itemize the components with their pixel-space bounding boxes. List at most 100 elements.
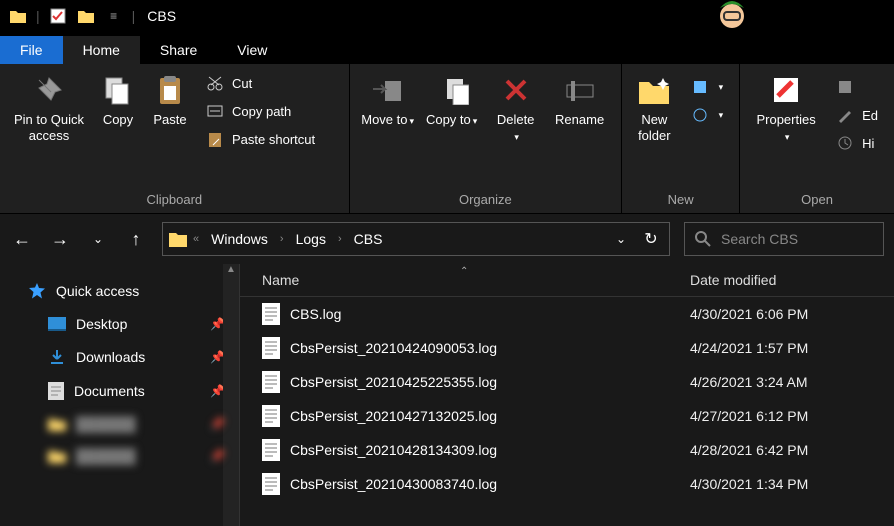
scrollbar[interactable]: ▲	[223, 264, 239, 526]
file-row[interactable]: CbsPersist_20210425225355.log4/26/2021 3…	[240, 365, 894, 399]
tab-view[interactable]: View	[217, 36, 287, 64]
tab-file[interactable]: File	[0, 36, 63, 64]
recent-dropdown[interactable]: ⌄	[86, 227, 110, 251]
tab-share[interactable]: Share	[140, 36, 217, 64]
pin-icon: 📌	[210, 449, 225, 463]
file-name: CBS.log	[290, 306, 341, 322]
group-label-open: Open	[746, 188, 888, 213]
chevron-down-icon: ▾	[514, 132, 519, 142]
document-icon	[262, 473, 280, 495]
nav-desktop[interactable]: Desktop 📌	[4, 308, 235, 340]
crumb-cbs[interactable]: CBS	[348, 229, 389, 249]
ribbon-tabs: File Home Share View	[0, 32, 894, 64]
move-to-button[interactable]: Move to▾	[356, 68, 420, 132]
search-placeholder: Search CBS	[721, 231, 798, 247]
chevron-down-icon: ▾	[785, 132, 790, 142]
sort-indicator-icon: ⌃	[460, 266, 468, 277]
up-button[interactable]: ↑	[124, 227, 148, 251]
rename-button[interactable]: Rename	[548, 68, 612, 132]
edit-small-button[interactable]: Ed	[830, 102, 884, 128]
scroll-up-icon[interactable]: ▲	[223, 264, 239, 280]
file-name: CbsPersist_20210424090053.log	[290, 340, 497, 356]
column-headers: ⌃ Name Date modified	[240, 264, 894, 297]
paste-shortcut-icon	[206, 130, 224, 148]
search-icon	[695, 231, 711, 247]
easy-access-icon	[691, 106, 709, 124]
copy-path-icon	[206, 102, 224, 120]
window-title: CBS	[147, 8, 176, 24]
cut-button[interactable]: Cut	[200, 70, 321, 96]
chevron-left-icon[interactable]: «	[193, 233, 199, 245]
paste-button[interactable]: Paste	[144, 68, 196, 132]
file-row[interactable]: CbsPersist_20210424090053.log 4/24/2021 1…	[240, 331, 894, 365]
ribbon: Pin to Quick access Copy Paste Cut Copy …	[0, 64, 894, 214]
history-small-button[interactable]: Hi	[830, 130, 884, 156]
group-label-new: New	[628, 188, 733, 213]
file-row[interactable]: CBS.log 4/30/2021 6:06 PM	[240, 297, 894, 331]
nav-item-hidden[interactable]: ██████ 📌	[4, 408, 235, 440]
file-date: 4/28/2021 6:42 PM	[680, 442, 808, 458]
address-bar[interactable]: « Windows › Logs › CBS ⌄ ↻	[162, 222, 670, 256]
checkbox-icon[interactable]	[48, 6, 68, 26]
separator: |	[36, 8, 40, 24]
document-icon	[262, 337, 280, 359]
crumb-logs[interactable]: Logs	[290, 229, 332, 249]
delete-button[interactable]: Delete▾	[484, 68, 548, 147]
file-name: CbsPersist_20210430083740.log	[290, 476, 497, 492]
document-icon	[262, 405, 280, 427]
history-icon	[836, 134, 854, 152]
copy-to-icon	[434, 72, 470, 108]
group-organize: Move to▾ Copy to▾ Delete▾ Rename Organiz…	[350, 64, 622, 213]
new-item-icon	[691, 78, 709, 96]
document-icon	[262, 303, 280, 325]
nav-downloads[interactable]: Downloads 📌	[4, 340, 235, 374]
nav-row: ← → ⌄ ↑ « Windows › Logs › CBS ⌄ ↻ Searc…	[0, 214, 894, 264]
group-label-organize: Organize	[356, 188, 615, 213]
copy-path-button[interactable]: Copy path	[200, 98, 321, 124]
paste-shortcut-button[interactable]: Paste shortcut	[200, 126, 321, 152]
file-date: 4/30/2021 6:06 PM	[680, 306, 808, 322]
pin-quick-access-button[interactable]: Pin to Quick access	[6, 68, 92, 147]
tab-home[interactable]: Home	[63, 36, 140, 64]
quick-access[interactable]: Quick access	[4, 274, 235, 308]
pin-icon: 📌	[210, 417, 225, 431]
properties-button[interactable]: Properties▾	[746, 68, 826, 147]
refresh-button[interactable]: ↻	[639, 227, 663, 251]
easy-access-button[interactable]: ▾	[685, 102, 730, 128]
address-dropdown[interactable]: ⌄	[609, 227, 633, 251]
file-date: 4/30/2021 1:34 PM	[680, 476, 808, 492]
folder-icon	[48, 449, 66, 463]
folder-icon	[48, 417, 66, 431]
documents-icon	[48, 382, 64, 400]
crumb-windows[interactable]: Windows	[205, 229, 274, 249]
col-date[interactable]: Date modified	[680, 272, 776, 288]
file-date: 4/24/2021 1:57 PM	[680, 340, 808, 356]
forward-button[interactable]: →	[48, 227, 72, 251]
file-row[interactable]: CbsPersist_20210430083740.log 4/30/2021 1…	[240, 467, 894, 501]
file-row[interactable]: CbsPersist_20210428134309.log4/28/2021 6…	[240, 433, 894, 467]
move-to-icon	[370, 72, 406, 108]
properties-icon	[768, 72, 804, 108]
new-folder-icon	[636, 72, 672, 108]
copy-button[interactable]: Copy	[92, 68, 144, 132]
new-folder-button[interactable]: New folder	[628, 68, 680, 147]
nav-documents[interactable]: Documents 📌	[4, 374, 235, 408]
mascot-icon	[714, 0, 750, 34]
search-box[interactable]: Search CBS	[684, 222, 884, 256]
file-date: 4/27/2021 6:12 PM	[680, 408, 808, 424]
file-name: CbsPersist_20210425225355.log	[290, 374, 497, 390]
nav-item-hidden[interactable]: ██████ 📌	[4, 440, 235, 472]
file-name: CbsPersist_20210427132025.log	[290, 408, 497, 424]
document-icon	[262, 439, 280, 461]
chevron-down-icon: ▾	[409, 116, 414, 126]
rename-icon	[562, 72, 598, 108]
document-icon	[262, 371, 280, 393]
new-item-button[interactable]: ▾	[685, 74, 730, 100]
folder-icon	[8, 6, 28, 26]
back-button[interactable]: ←	[10, 227, 34, 251]
open-small-button[interactable]	[830, 74, 884, 100]
copy-to-button[interactable]: Copy to▾	[420, 68, 484, 132]
file-row[interactable]: CbsPersist_20210427132025.log 4/27/2021 6…	[240, 399, 894, 433]
folder-icon[interactable]	[76, 6, 96, 26]
qat-dropdown-icon[interactable]: ≡	[104, 6, 124, 26]
